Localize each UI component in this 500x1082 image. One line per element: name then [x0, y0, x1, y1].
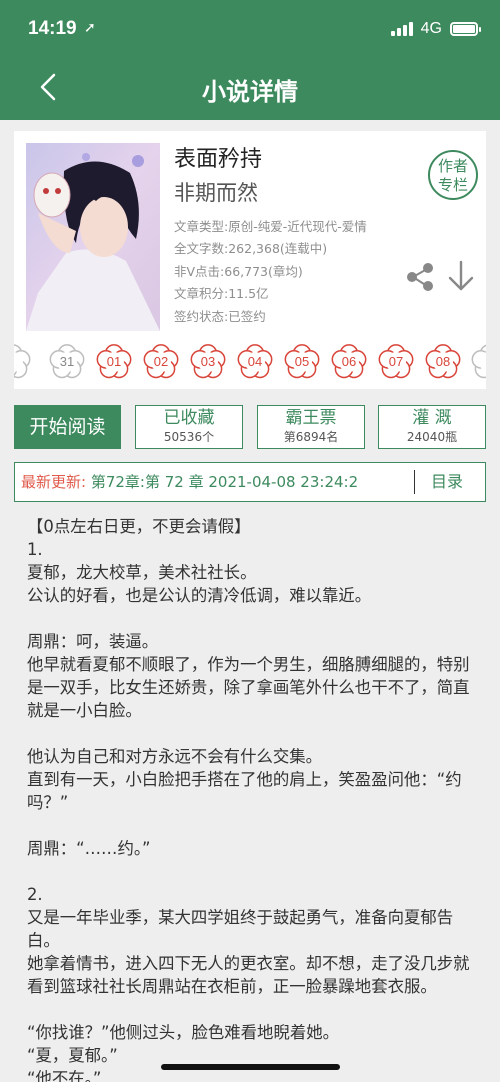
page-title: 小说详情	[202, 78, 298, 106]
top-bar: 14:19 ➚ 4G 小说详情	[0, 0, 500, 120]
intro-line: 2.	[27, 885, 43, 904]
irrigate-button[interactable]: 灌 溉 24040瓶	[378, 405, 486, 449]
rank-flower: 07	[377, 343, 415, 381]
rank-flower: 08	[424, 343, 462, 381]
book-meta: 文章类型:原创-纯爱-近代现代-爱情 全文字数:262,368(连载中) 非V点…	[174, 216, 367, 328]
latest-update-bar[interactable]: 最新更新: 第72章:第 72 章 2021-04-08 23:24:2 目录	[14, 462, 486, 502]
intro-line: 夏郁，龙大校草，美术社社长。	[27, 563, 257, 582]
latest-update-label: 最新更新:	[21, 473, 87, 491]
rank-number: 04	[247, 354, 263, 369]
author-column-label-2: 专栏	[437, 176, 468, 194]
intro-line	[27, 998, 479, 1021]
rank-number: 01	[106, 354, 122, 369]
meta-clicks: 非V点击:66,773(章均)	[174, 263, 303, 279]
rank-number: 08	[435, 354, 451, 369]
meta-genre: 文章类型:原创-纯爱-近代现代-爱情	[174, 219, 367, 234]
location-arrow-icon: ➚	[84, 20, 96, 36]
meta-score: 文章积分:11.5亿	[174, 286, 269, 302]
start-reading-button[interactable]: 开始阅读	[14, 405, 121, 449]
rank-flower: 03	[189, 343, 227, 381]
irrigate-label: 灌 溉	[412, 408, 452, 428]
share-icon[interactable]	[405, 262, 435, 292]
rank-flower: 06	[330, 343, 368, 381]
latest-update-value: 第72章:第 72 章 2021-04-08 23:24:2	[86, 473, 359, 491]
favorite-label: 已收藏	[163, 408, 215, 428]
ranking-row[interactable]: 31 01 02 03 04 05 06 07 08	[14, 343, 486, 381]
book-introduction: 【0点左右日更，不更会请假】 1. 夏郁，龙大校草，美术社社长。公认的好看，也是公认…	[27, 515, 479, 1082]
nav-bar: 小说详情	[0, 58, 500, 120]
rank-flower: 05	[283, 343, 321, 381]
intro-line: 周鼎：“……约。”	[27, 839, 151, 858]
irrigate-count: 24040瓶	[406, 430, 458, 444]
home-indicator[interactable]	[161, 1064, 340, 1070]
clock: 14:19	[28, 18, 77, 39]
meta-word-count: 全文字数:262,368(连载中)	[174, 241, 328, 257]
rank-number: 05	[294, 354, 310, 369]
intro-line: 她拿着情书，进入四下无人的更衣室。却不想，走了没几步就看到篮球社社长周鼎站在衣柜…	[27, 954, 470, 996]
rank-flower: 31	[48, 343, 86, 381]
rank-number: 03	[200, 354, 216, 369]
author-column-label-1: 作者	[437, 157, 468, 175]
rank-flower: 04	[236, 343, 274, 381]
network-type: 4G	[420, 20, 442, 37]
intro-line: 【0点左右日更，不更会请假】	[27, 517, 251, 536]
book-cover-image[interactable]	[26, 143, 160, 331]
intro-line	[27, 860, 479, 883]
intro-line: “你找谁？”他侧过头，脸色难看地睨着她。	[27, 1023, 340, 1042]
intro-line: 直到有一天，小白脸把手搭在了他的肩上，笑盈盈问他：“约吗？”	[27, 770, 462, 812]
rank-number: 07	[388, 354, 404, 369]
battery-icon	[450, 22, 481, 36]
intro-line: 1.	[27, 540, 43, 559]
bawangpiao-button[interactable]: 霸王票 第6894名	[257, 405, 365, 449]
intro-line: 公认的好看，也是公认的清冷低调，难以靠近。	[27, 586, 372, 605]
author-name[interactable]: 非期而然	[174, 177, 258, 207]
rank-flower-partial	[470, 343, 486, 381]
intro-line	[27, 607, 479, 630]
latest-update-text: 最新更新: 第72章:第 72 章 2021-04-08 23:24:2	[21, 463, 413, 501]
text-cursor	[414, 470, 415, 494]
favorite-button[interactable]: 已收藏 50536个	[135, 405, 243, 449]
intro-line	[27, 814, 479, 837]
book-info-card: 表面矜持 非期而然 文章类型:原创-纯爱-近代现代-爱情 全文字数:262,36…	[14, 131, 486, 389]
author-column-button[interactable]: 作者 专栏	[428, 150, 478, 200]
meta-contract: 签约状态:已签约	[174, 308, 266, 324]
rank-number: 02	[153, 354, 169, 369]
intro-line: 周鼎：呵，装逼。	[27, 632, 159, 651]
rank-number: 06	[341, 354, 357, 369]
rank-flower: 02	[142, 343, 180, 381]
intro-line	[27, 722, 479, 745]
bawangpiao-label: 霸王票	[285, 408, 337, 428]
download-icon[interactable]	[446, 260, 476, 292]
rank-flower: 01	[95, 343, 133, 381]
intro-line: 他早就看夏郁不顺眼了，作为一个男生，细胳膊细腿的，特别是一双手，比女生还娇贵，除…	[27, 655, 470, 720]
book-title: 表面矜持	[174, 147, 263, 172]
favorite-count: 50536个	[163, 430, 215, 444]
bawangpiao-rank: 第6894名	[283, 430, 339, 444]
table-of-contents-button[interactable]: 目录	[431, 463, 463, 501]
rank-number: 31	[59, 354, 75, 369]
intro-line: 他认为自己和对方永远不会有什么交集。	[27, 747, 323, 766]
status-bar: 14:19 ➚ 4G	[0, 0, 500, 58]
intro-line: 又是一年毕业季，某大四学姐终于鼓起勇气，准备向夏郁告白。	[27, 908, 454, 950]
rank-flower-partial	[14, 343, 32, 381]
signal-icon	[390, 22, 413, 36]
